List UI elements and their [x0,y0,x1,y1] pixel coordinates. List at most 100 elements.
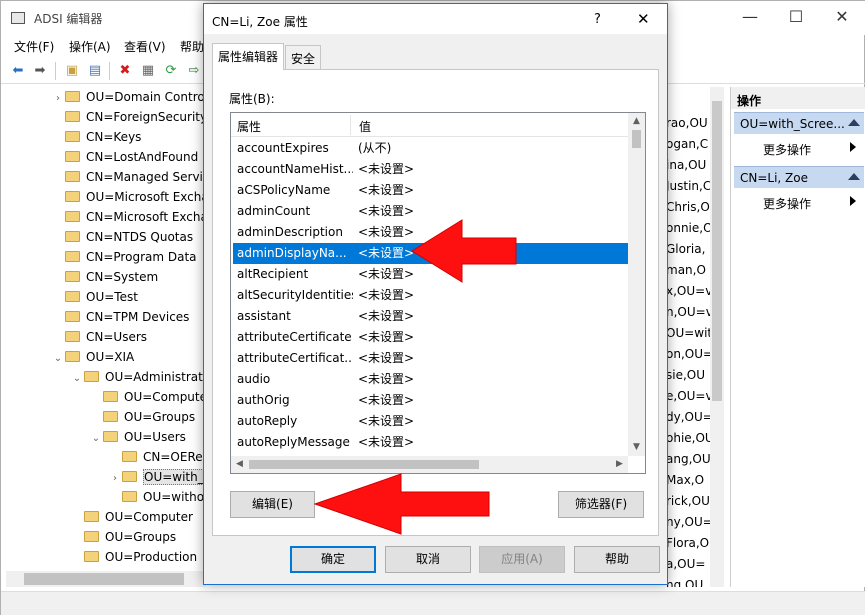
tree-item[interactable]: › OU=Domain Contro [51,87,205,107]
edit-button[interactable]: 编辑(E) [230,491,315,518]
scrollbar-thumb[interactable] [712,101,722,401]
tree-item[interactable]: OU=Test [51,287,138,307]
scroll-up-arrow-icon[interactable]: ▲ [628,113,645,130]
attribute-list-vertical-scrollbar[interactable]: ▲ ▼ [628,113,645,456]
column-divider[interactable] [350,115,351,135]
list-item[interactable]: ogan,C [666,134,708,155]
tab-attribute-editor[interactable]: 属性编辑器 [212,43,285,70]
expand-chevron-icon[interactable]: › [108,469,122,489]
tree-item[interactable]: CN=Managed Servi [51,167,203,187]
tree-item[interactable]: CN=NTDS Quotas [51,227,193,247]
more-actions-link[interactable]: 更多操作 [763,141,811,158]
expand-chevron-icon[interactable]: ⌄ [51,349,65,369]
delete-icon[interactable]: ✖ [116,62,134,80]
attribute-row[interactable]: attributeCertificate <未设置> [233,327,628,348]
actions-section-cn[interactable]: CN=Li, Zoe [734,166,864,188]
tree-item[interactable]: OU=Groups [89,407,195,427]
tree-item[interactable]: ⌄ OU=XIA [51,347,134,367]
tree-horizontal-scrollbar[interactable] [6,571,206,587]
scrollbar-thumb[interactable] [249,460,479,469]
expand-chevron-icon[interactable]: › [51,89,65,109]
menu-file[interactable]: 文件(F) [14,38,54,55]
tree-item[interactable]: ⌄ OU=Administratio [70,367,206,387]
tree-item[interactable]: OU=Groups [70,527,176,547]
tree-item[interactable]: OU=Production [70,547,197,567]
up-folder-icon[interactable]: ▣ [63,62,81,80]
help-question-icon[interactable]: ? [594,12,601,27]
actions-section-ou[interactable]: OU=with_Scree... [734,112,864,134]
properties-icon[interactable]: ▦ [139,62,157,80]
maximize-button[interactable]: ☐ [773,1,819,33]
tree-item-selected[interactable]: › OU=with_S [108,467,206,487]
show-hide-tree-icon[interactable]: ▤ [86,62,104,80]
attribute-row[interactable]: accountExpires (从不) [233,138,628,159]
list-item[interactable]: Gloria, [666,239,705,260]
tree-item[interactable]: OU=witho [108,487,204,507]
scroll-right-arrow-icon[interactable]: ▶ [611,456,628,473]
scrollbar-thumb[interactable] [24,573,184,585]
tree-item[interactable]: OU=Computer [70,507,193,527]
expand-chevron-icon[interactable]: ⌄ [70,369,84,389]
attribute-row[interactable]: altSecurityIdentities <未设置> [233,285,628,306]
list-item[interactable]: e,OU=v [666,386,713,407]
list-item[interactable]: ny,OU= [666,512,713,533]
attribute-row[interactable]: assistant <未设置> [233,306,628,327]
more-actions-link[interactable]: 更多操作 [763,195,811,212]
attribute-row[interactable]: attributeCertificat... <未设置> [233,348,628,369]
attribute-row[interactable]: autoReply <未设置> [233,411,628,432]
tree-item[interactable]: CN=System [51,267,158,287]
tree-item[interactable]: CN=OERe [108,447,203,467]
scrollbar-thumb[interactable] [632,130,641,148]
tree-item[interactable]: ⌄ OU=Users [89,427,186,447]
tree-item[interactable]: CN=Users [51,327,147,347]
scroll-down-arrow-icon[interactable]: ▼ [628,439,645,456]
back-arrow-icon[interactable]: ⬅ [9,62,27,80]
dialog-close-icon[interactable]: ✕ [637,10,650,28]
list-item[interactable]: a,OU= [666,554,705,575]
collapse-triangle-icon[interactable] [848,119,860,126]
list-item[interactable]: man,O [666,260,706,281]
menu-help[interactable]: 帮助 [180,38,204,55]
attribute-row[interactable]: audio <未设置> [233,369,628,390]
refresh-icon[interactable]: ⟳ [162,62,180,80]
attribute-row[interactable]: aCSPolicyName <未设置> [233,180,628,201]
cancel-button[interactable]: 取消 [385,546,471,573]
tree-item[interactable]: OU=Microsoft Excha [51,187,206,207]
attribute-row[interactable]: authOrig <未设置> [233,390,628,411]
apply-button[interactable]: 应用(A) [479,546,565,573]
close-button[interactable]: ✕ [819,1,865,33]
forward-arrow-icon[interactable]: ➡ [31,62,49,80]
menu-view[interactable]: 查看(V) [124,38,166,55]
expand-chevron-icon[interactable]: ⌄ [89,429,103,449]
list-item[interactable]: ina,OU [666,155,706,176]
list-item[interactable]: ng,OU [666,575,703,587]
list-item[interactable]: Flora,O [666,533,709,554]
list-vertical-scrollbar[interactable] [710,87,724,587]
list-item[interactable]: Max,O [666,470,704,491]
attribute-list-horizontal-scrollbar[interactable]: ◀ ▶ [231,456,628,473]
minimize-button[interactable]: — [727,1,773,33]
list-item[interactable]: ang,OU [666,449,711,470]
tree-item[interactable]: CN=TPM Devices [51,307,189,327]
scroll-left-arrow-icon[interactable]: ◀ [231,456,248,473]
export-list-icon[interactable]: ⇨ [185,62,203,80]
collapse-triangle-icon[interactable] [848,173,860,180]
list-item[interactable]: onnie,O [666,218,713,239]
tree-item[interactable]: CN=Keys [51,127,141,147]
tree-item[interactable]: CN=Program Data [51,247,197,267]
list-item[interactable]: rao,OU [666,113,708,134]
dialog-help-button[interactable]: 帮助 [574,546,660,573]
column-header-value[interactable]: 值 [359,118,371,135]
attribute-row[interactable]: accountNameHist... <未设置> [233,159,628,180]
attribute-row[interactable]: autoReplyMessage <未设置> [233,432,628,453]
tree-item[interactable]: OU=Compute [89,387,206,407]
list-item[interactable]: n,OU=v [666,302,713,323]
tree-item[interactable]: CN=ForeignSecurity [51,107,206,127]
menu-action[interactable]: 操作(A) [69,38,111,55]
list-item[interactable]: dy,OU= [666,407,713,428]
list-item[interactable]: rick,OU [666,491,710,512]
tree-item[interactable]: CN=LostAndFound [51,147,198,167]
tab-security[interactable]: 安全 [285,45,322,69]
list-item[interactable]: x,OU=v [666,281,712,302]
column-header-attribute[interactable]: 属性 [237,118,261,135]
